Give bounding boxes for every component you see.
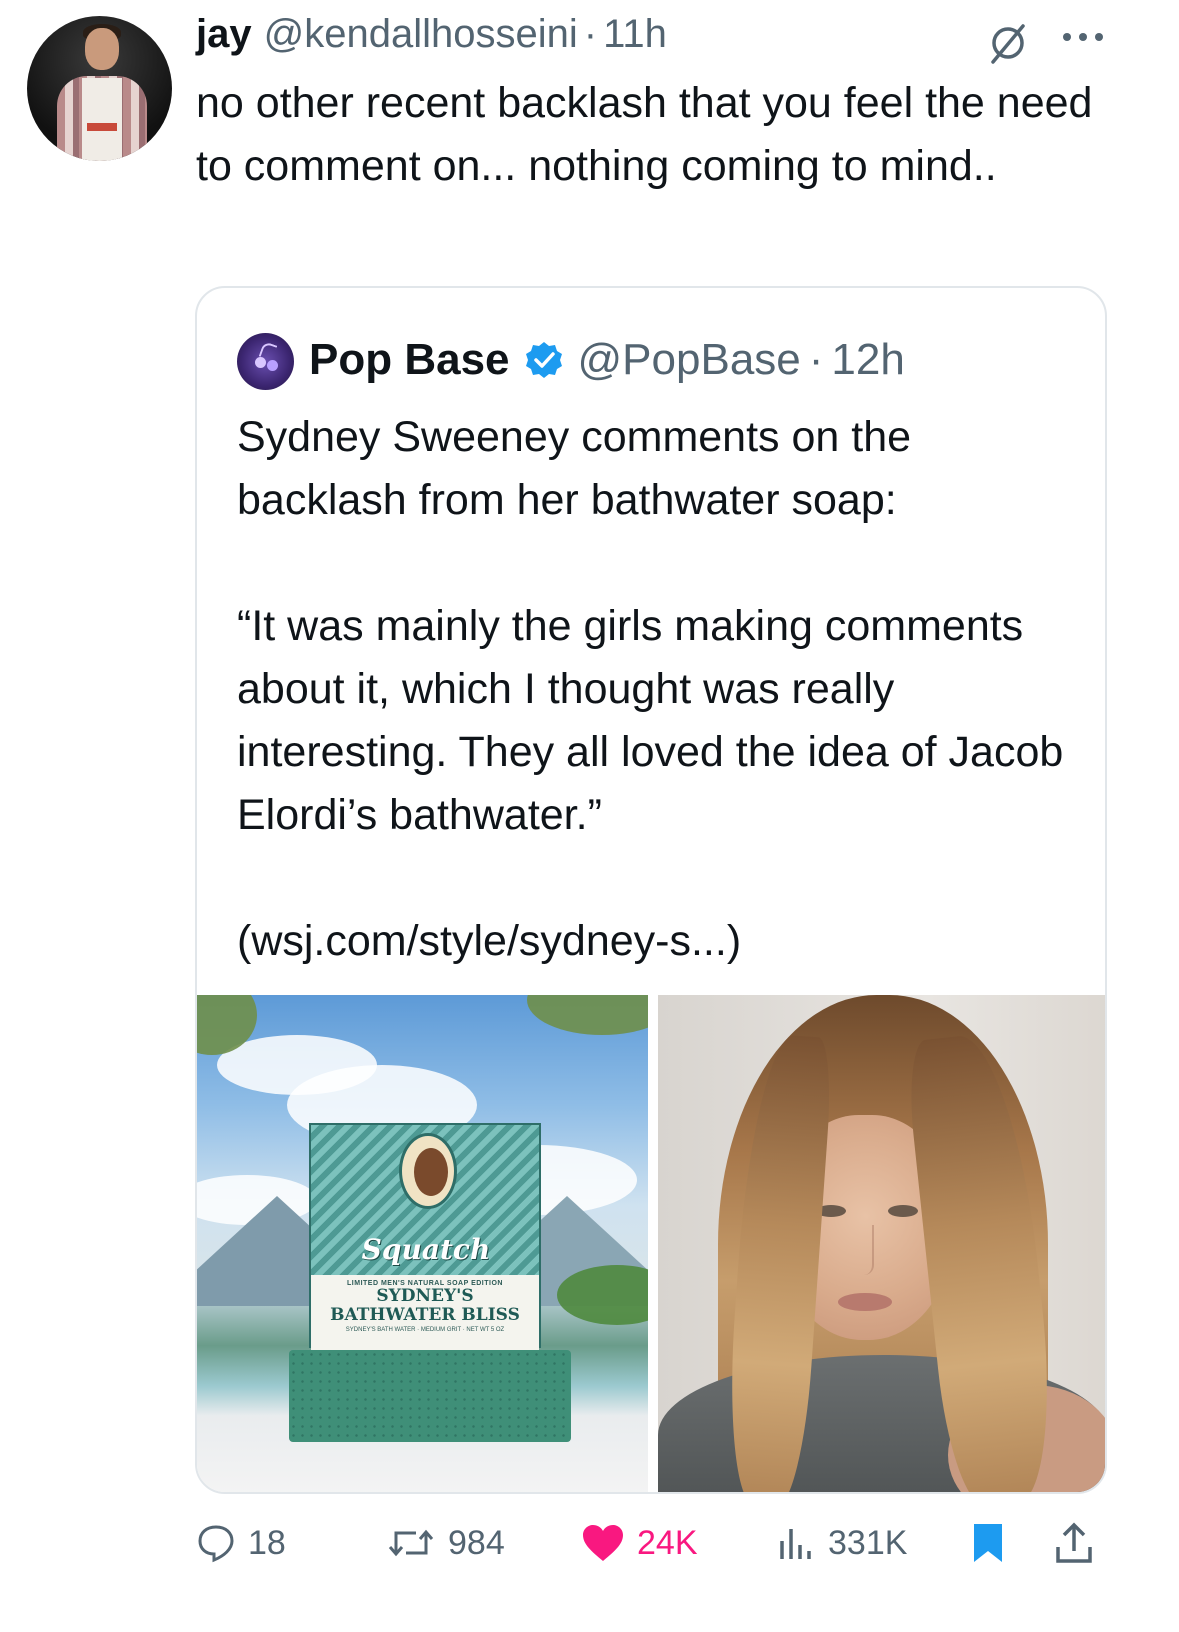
soap-label-footer: SYDNEY'S BATH WATER · MEDIUM GRIT · NET … — [345, 1327, 505, 1333]
user-handle[interactable]: @kendallhosseini — [264, 12, 578, 57]
views-count: 331K — [828, 1523, 908, 1562]
share-icon — [1056, 1522, 1092, 1563]
tweet-header: jay @kendallhosseini · 11h — [196, 12, 1109, 68]
display-name[interactable]: jay — [196, 12, 252, 57]
tweet-actions-bar: 18 984 24K 331K — [196, 1518, 1116, 1568]
soap-label-title: BATHWATER BLISS — [330, 1305, 520, 1325]
quoted-text-quote: “It was mainly the girls making comments… — [237, 602, 1064, 839]
separator-dot: · — [808, 335, 824, 384]
reply-count: 18 — [248, 1523, 286, 1562]
tweet-timestamp[interactable]: 11h — [603, 12, 667, 57]
tweet-text: no other recent backlash that you feel t… — [196, 79, 1093, 190]
media-grid: Squatch LIMITED MEN'S NATURAL SOAP EDITI… — [197, 995, 1105, 1492]
quoted-user-avatar[interactable] — [237, 333, 294, 390]
quoted-user-handle[interactable]: @PopBase — [578, 335, 801, 385]
heart-icon — [583, 1525, 623, 1561]
soap-box: Squatch LIMITED MEN'S NATURAL SOAP EDITI… — [309, 1123, 541, 1350]
repost-button[interactable]: 984 — [386, 1518, 505, 1568]
soap-brand-logo: Squatch — [361, 1233, 491, 1266]
soap-product-image[interactable]: Squatch LIMITED MEN'S NATURAL SOAP EDITI… — [197, 995, 648, 1492]
like-button[interactable]: 24K — [581, 1518, 698, 1568]
more-icon[interactable] — [1058, 22, 1108, 52]
quoted-tweet-text: Sydney Sweeney comments on the backlash … — [237, 406, 1087, 973]
views-button[interactable]: 331K — [776, 1518, 907, 1568]
quoted-text-paragraph: Sydney Sweeney comments on the backlash … — [237, 413, 912, 524]
slash-circle-icon[interactable] — [985, 20, 1031, 66]
reply-icon — [198, 1525, 234, 1563]
portrait-photo[interactable] — [658, 995, 1105, 1492]
views-icon — [780, 1529, 811, 1559]
quoted-tweet-header: Pop Base @PopBase · 12h — [309, 328, 905, 392]
like-count: 24K — [637, 1523, 698, 1562]
bookmark-button[interactable] — [971, 1518, 1017, 1568]
separator-dot: · — [583, 12, 598, 56]
bookmark-icon — [974, 1524, 1002, 1562]
quoted-tweet-timestamp[interactable]: 12h — [831, 335, 904, 385]
soap-bar — [289, 1350, 571, 1442]
share-button[interactable] — [1054, 1518, 1106, 1568]
repost-count: 984 — [448, 1523, 505, 1562]
soap-label-title: SYDNEY'S — [376, 1286, 474, 1306]
quoted-tweet-card[interactable]: Pop Base @PopBase · 12h Sydney Sweeney c… — [195, 286, 1107, 1494]
repost-icon — [388, 1529, 434, 1557]
verified-badge-icon — [525, 342, 562, 378]
quoted-display-name[interactable]: Pop Base — [309, 335, 510, 385]
user-avatar[interactable] — [27, 16, 172, 161]
quoted-text-link: (wsj.com/style/sydney-s...) — [237, 917, 742, 965]
reply-button[interactable]: 18 — [196, 1518, 286, 1568]
